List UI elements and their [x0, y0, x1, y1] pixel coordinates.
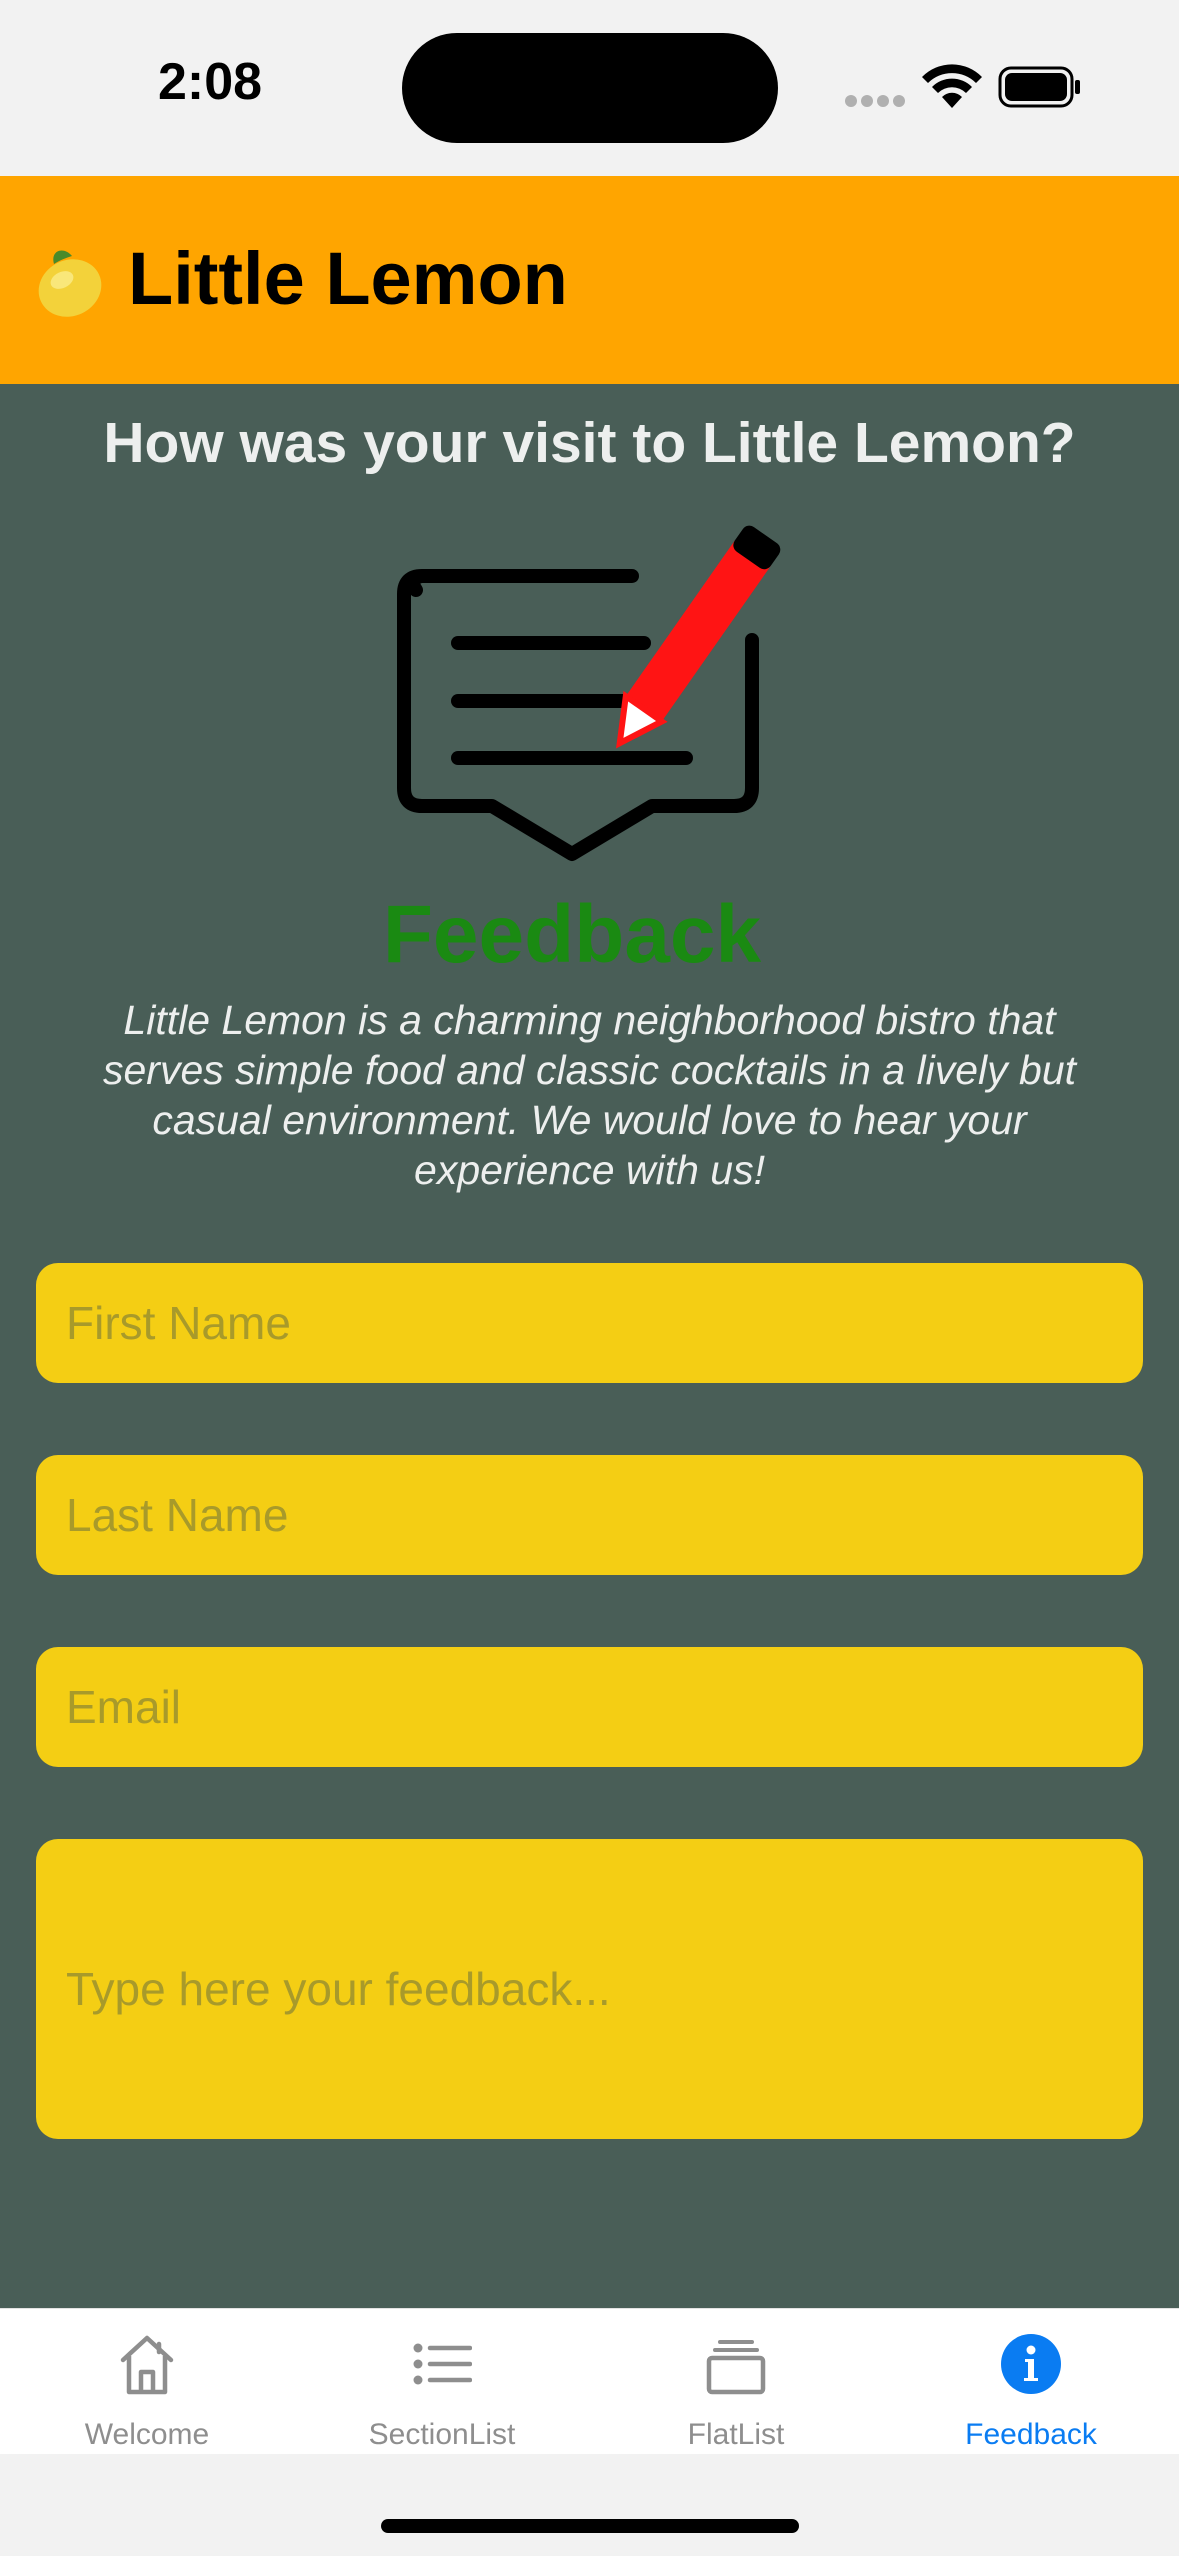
feedback-message-placeholder: Type here your feedback...	[66, 1963, 611, 2015]
email-field[interactable]: Email	[36, 1647, 1143, 1767]
tab-flatlist-label: FlatList	[687, 2418, 785, 2451]
tab-sectionlist-label: SectionList	[368, 2418, 516, 2451]
first-name-placeholder: First Name	[66, 1297, 291, 1349]
dynamic-island	[402, 33, 778, 143]
intro-text: Little Lemon is a charming neighborhood …	[102, 997, 1077, 1193]
signal-dots-icon	[845, 95, 905, 107]
tab-sectionlist[interactable]: SectionList	[295, 2308, 589, 2454]
stack-icon	[706, 2340, 766, 2395]
tab-feedback[interactable]: Feedback	[884, 2308, 1178, 2454]
wifi-icon	[922, 64, 982, 108]
email-placeholder: Email	[66, 1681, 182, 1733]
feedback-graphic-label: Feedback	[382, 889, 762, 980]
tab-feedback-label: Feedback	[965, 2418, 1097, 2451]
last-name-field[interactable]: Last Name	[36, 1455, 1143, 1575]
info-icon	[1001, 2334, 1061, 2394]
page-heading: How was your visit to Little Lemon?	[103, 411, 1076, 475]
tab-flatlist[interactable]: FlatList	[589, 2308, 883, 2454]
first-name-field[interactable]: First Name	[36, 1263, 1143, 1383]
home-icon	[120, 2335, 174, 2395]
battery-icon	[998, 66, 1080, 108]
list-icon	[413, 2343, 472, 2385]
home-indicator[interactable]	[381, 2519, 799, 2533]
feedback-message-field[interactable]: Type here your feedback...	[36, 1839, 1143, 2139]
tab-welcome[interactable]: Welcome	[0, 2308, 294, 2454]
app-title: Little Lemon	[128, 237, 568, 320]
lemon-icon	[38, 250, 102, 317]
last-name-placeholder: Last Name	[66, 1489, 289, 1541]
feedback-pencil-icon	[397, 525, 781, 861]
tab-welcome-label: Welcome	[84, 2418, 210, 2451]
status-time: 2:08	[158, 53, 263, 111]
home-indicator-area	[0, 2454, 1179, 2556]
